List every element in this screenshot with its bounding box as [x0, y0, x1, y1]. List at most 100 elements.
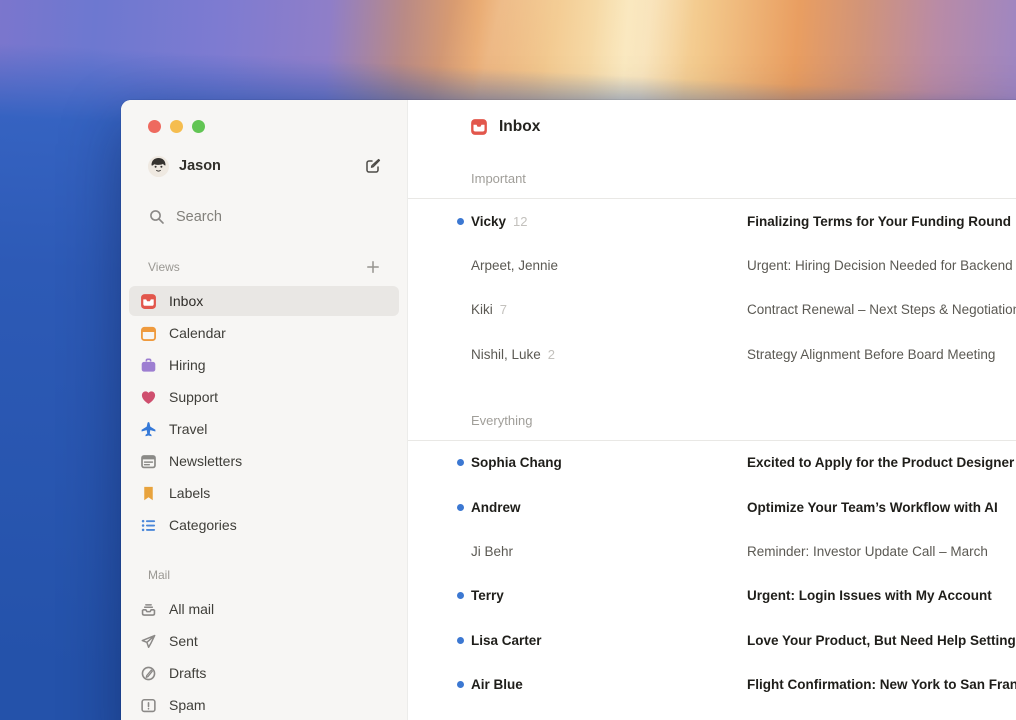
drafts-icon [140, 665, 157, 682]
email-sender: Nishil, Luke [471, 347, 541, 362]
zoom-window-button[interactable] [192, 120, 205, 133]
email-subject: Contract Renewal – Next Steps & Negotiat… [747, 302, 1016, 317]
search-placeholder: Search [176, 209, 222, 225]
sidebar-item-label: All mail [169, 601, 214, 617]
sidebar-item-label: Hiring [169, 357, 206, 373]
window-controls [121, 120, 407, 133]
sidebar: Jason Search Views [121, 100, 408, 720]
email-row[interactable]: Vicky 12 Finalizing Terms for Your Fundin… [408, 199, 1016, 243]
unread-dot [457, 504, 464, 511]
inbox-header: Inbox [408, 113, 1016, 141]
email-sender: Kiki [471, 302, 493, 317]
page-title: Inbox [499, 118, 540, 136]
email-sender: Andrew [471, 500, 521, 515]
email-row[interactable]: Nishil, Luke 2 Strategy Alignment Before … [408, 332, 1016, 376]
sidebar-item-label: Travel [169, 421, 207, 437]
list-icon [140, 517, 157, 534]
sidebar-item-newsletters[interactable]: Newsletters [129, 446, 399, 476]
email-row[interactable]: Arpeet, Jennie Urgent: Hiring Decision N… [408, 243, 1016, 287]
search-icon [148, 208, 166, 226]
sidebar-item-label: Spam [169, 697, 206, 713]
mail-header: Mail [148, 566, 383, 584]
unread-dot [457, 681, 464, 688]
email-list-pane: Inbox Important Vicky 12 Finalizing Terms… [408, 100, 1016, 720]
views-list: Inbox Calendar Hiring [121, 284, 407, 542]
avatar[interactable] [148, 156, 169, 177]
email-row[interactable]: Ji Behr Reminder: Investor Update Call –… [408, 529, 1016, 573]
compose-button[interactable] [363, 156, 383, 176]
unread-dot [457, 459, 464, 466]
sidebar-item-drafts[interactable]: Drafts [129, 658, 399, 688]
email-sender: Air Blue [471, 677, 523, 692]
email-subject: Finalizing Terms for Your Funding Round [747, 214, 1016, 229]
briefcase-icon [140, 357, 157, 374]
thread-count: 7 [500, 302, 507, 317]
sidebar-item-calendar[interactable]: Calendar [129, 318, 399, 348]
close-window-button[interactable] [148, 120, 161, 133]
all-mail-icon [140, 601, 157, 618]
email-subject: Excited to Apply for the Product Designe… [747, 455, 1016, 470]
account-row: Jason [148, 153, 383, 179]
section-label-important: Important [408, 171, 1016, 189]
search-field[interactable]: Search [148, 206, 383, 228]
newspaper-icon [140, 453, 157, 470]
plus-icon [365, 259, 381, 275]
sidebar-item-label: Inbox [169, 293, 203, 309]
sidebar-item-sent[interactable]: Sent [129, 626, 399, 656]
sidebar-item-hiring[interactable]: Hiring [129, 350, 399, 380]
email-sender: Sophia Chang [471, 455, 562, 470]
sidebar-item-label: Support [169, 389, 218, 405]
sidebar-item-travel[interactable]: Travel [129, 414, 399, 444]
sent-icon [140, 633, 157, 650]
email-subject: Strategy Alignment Before Board Meeting [747, 347, 1016, 362]
sidebar-item-all-mail[interactable]: All mail [129, 594, 399, 624]
mail-label: Mail [148, 568, 383, 582]
spam-icon [140, 697, 157, 714]
inbox-icon [470, 118, 488, 136]
plane-icon [140, 421, 157, 438]
email-subject: Love Your Product, But Need Help Setting… [747, 633, 1016, 648]
views-label: Views [148, 260, 363, 274]
email-subject: Urgent: Login Issues with My Account [747, 588, 1016, 603]
minimize-window-button[interactable] [170, 120, 183, 133]
views-header: Views [148, 258, 383, 276]
sidebar-item-label: Labels [169, 485, 210, 501]
bookmark-icon [140, 485, 157, 502]
email-row[interactable]: Andrew Optimize Your Team’s Workflow wit… [408, 485, 1016, 529]
email-sender: Terry [471, 588, 504, 603]
sidebar-item-spam[interactable]: Spam [129, 690, 399, 720]
email-sender: Vicky [471, 214, 506, 229]
mail-list: All mail Sent Drafts [121, 592, 407, 720]
compose-icon [364, 157, 382, 175]
email-row[interactable]: Air Blue Flight Confirmation: New York t… [408, 663, 1016, 707]
add-view-button[interactable] [363, 257, 383, 277]
unread-dot [457, 637, 464, 644]
sidebar-item-label: Drafts [169, 665, 206, 681]
section-label-everything: Everything [408, 413, 1016, 431]
thread-count: 2 [548, 347, 555, 362]
email-subject: Optimize Your Team’s Workflow with AI [747, 500, 1016, 515]
sidebar-item-support[interactable]: Support [129, 382, 399, 412]
email-sender: Lisa Carter [471, 633, 542, 648]
email-row[interactable]: Johnson, Leigh The Power of AI in Sales … [408, 707, 1016, 720]
email-row[interactable]: Terry Urgent: Login Issues with My Accou… [408, 574, 1016, 618]
email-sender: Arpeet, Jennie [471, 258, 558, 273]
email-row[interactable]: Lisa Carter Love Your Product, But Need … [408, 618, 1016, 662]
sidebar-item-label: Sent [169, 633, 198, 649]
email-row[interactable]: Sophia Chang Excited to Apply for the Pr… [408, 441, 1016, 485]
calendar-icon [140, 325, 157, 342]
sidebar-item-inbox[interactable]: Inbox [129, 286, 399, 316]
email-sender: Ji Behr [471, 544, 513, 559]
unread-dot [457, 218, 464, 225]
email-subject: Flight Confirmation: New York to San Fra… [747, 677, 1016, 692]
sidebar-item-labels[interactable]: Labels [129, 478, 399, 508]
inbox-icon [140, 293, 157, 310]
sidebar-item-label: Newsletters [169, 453, 242, 469]
email-subject: Urgent: Hiring Decision Needed for Backe… [747, 258, 1016, 273]
unread-dot [457, 592, 464, 599]
sidebar-item-categories[interactable]: Categories [129, 510, 399, 540]
sidebar-item-label: Categories [169, 517, 237, 533]
thread-count: 12 [513, 214, 527, 229]
email-row[interactable]: Kiki 7 Contract Renewal – Next Steps & Ne… [408, 288, 1016, 332]
account-name: Jason [179, 158, 363, 174]
